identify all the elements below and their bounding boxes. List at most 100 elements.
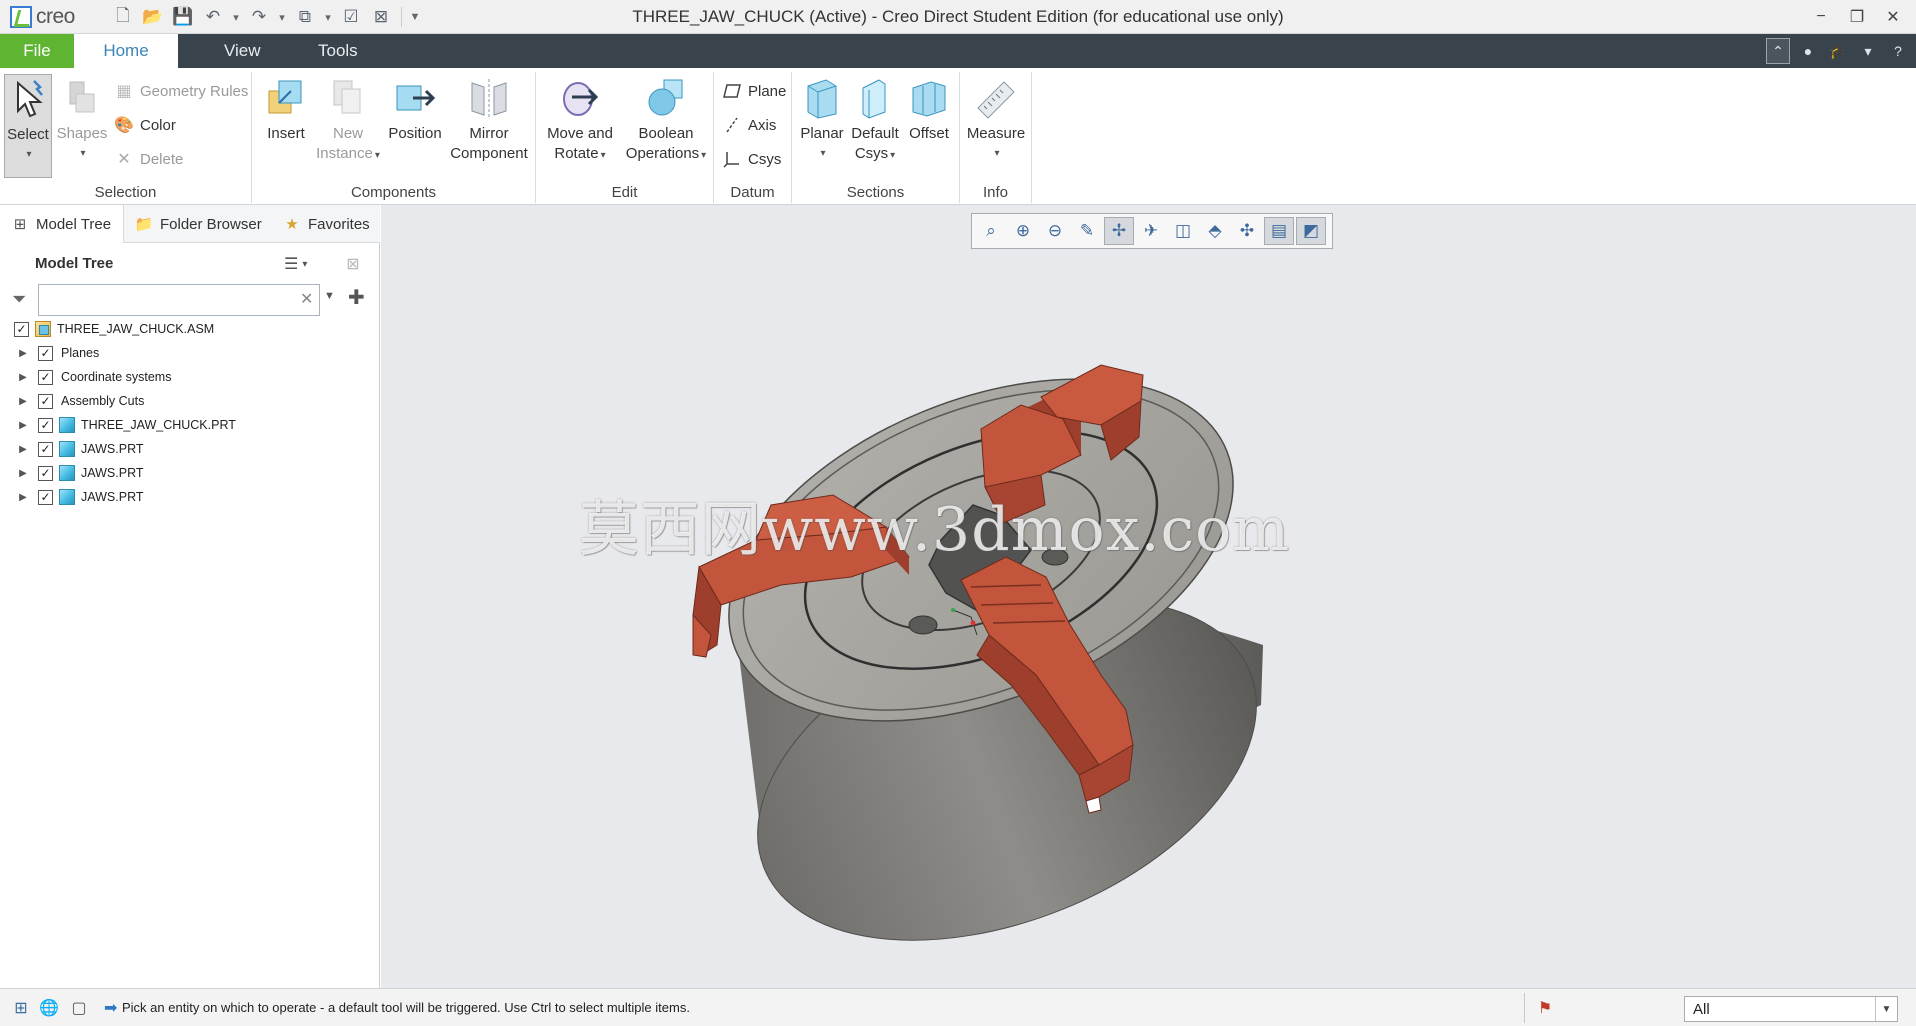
new-instance-button[interactable]: New Instance ▾ — [316, 74, 380, 166]
learning-icon[interactable]: 🎓 — [1826, 38, 1850, 64]
restore-button[interactable]: ❐ — [1842, 4, 1872, 30]
tree-search-input[interactable] — [38, 284, 320, 316]
planar-dropdown-icon[interactable]: ▾ — [798, 144, 848, 164]
tree-settings-icon: ☰ — [284, 256, 299, 273]
tree-settings-button[interactable]: ☰ ▾ — [284, 253, 324, 275]
open-folder-icon[interactable]: 📂 — [140, 5, 166, 29]
new-instance-dropdown-icon[interactable]: ▾ — [375, 150, 380, 161]
geometry-rules-button[interactable]: ▦ Geometry Rules — [114, 78, 248, 104]
insert-button[interactable]: Insert — [256, 74, 316, 144]
tree-row-jaws-3[interactable]: ▶ ✓ JAWS.PRT — [0, 485, 380, 509]
undo-dropdown-icon[interactable]: ▾ — [230, 5, 242, 29]
regenerate-dropdown-icon[interactable]: ▾ — [322, 5, 334, 29]
shapes-dropdown-icon[interactable]: ▾ — [58, 144, 108, 164]
tree-row-assembly-cuts[interactable]: ▶ ✓ Assembly Cuts — [0, 389, 380, 413]
redo-dropdown-icon[interactable]: ▾ — [276, 5, 288, 29]
toggle-navigator-icon[interactable]: ⊞ — [8, 995, 34, 1021]
shapes-icon — [58, 74, 106, 122]
tree-checkbox[interactable]: ✓ — [38, 489, 53, 505]
tab-view[interactable]: View — [196, 34, 289, 68]
offset-section-button[interactable]: Offset — [902, 74, 956, 144]
position-button[interactable]: Position — [380, 74, 450, 144]
color-button[interactable]: 🎨 Color — [114, 112, 176, 138]
move-and-rotate-button[interactable]: Move and Rotate ▾ — [540, 74, 620, 166]
tree-row-jaws-2[interactable]: ▶ ✓ JAWS.PRT — [0, 461, 380, 485]
select-button[interactable]: Select ▾ — [4, 74, 52, 178]
new-file-icon[interactable]: 🗋 — [110, 5, 136, 29]
tree-row-root[interactable]: ✓ THREE_JAW_CHUCK.ASM — [0, 317, 380, 341]
group-components: Insert New Instance ▾ Position Mirror Com… — [252, 72, 536, 203]
tab-tools[interactable]: Tools — [290, 34, 386, 68]
move-rotate-dropdown-icon[interactable]: ▾ — [601, 150, 606, 161]
selection-filter-dropdown[interactable]: All ▼ — [1684, 996, 1898, 1022]
graphics-window[interactable]: ⌕ ⊕ ⊖ ✎ ✢ ✈ ◫ ⬘ ✣ ▤ ◩ 莫西网www.3dmox.com — [381, 205, 1916, 988]
three-jaw-chuck-model[interactable] — [381, 205, 1916, 988]
tree-checkbox[interactable]: ✓ — [38, 393, 53, 409]
undo-icon[interactable]: ↶ — [200, 5, 226, 29]
browser-globe-icon[interactable]: 🌐 — [36, 995, 62, 1021]
expand-arrow-icon[interactable]: ▶ — [16, 420, 30, 431]
default-csys-dropdown-icon[interactable]: ▾ — [890, 150, 895, 161]
default-csys-section-button[interactable]: Default Csys ▾ — [846, 74, 904, 166]
save-icon[interactable]: 💾 — [170, 5, 196, 29]
title-bar: creo 🗋 📂 💾 ↶ ▾ ↷ ▾ ⧉ ▾ ☑ ⊠ ▼ THREE_JAW_C… — [0, 0, 1916, 34]
tab-folder-browser[interactable]: 📁 Folder Browser — [124, 205, 272, 243]
tree-row-planes[interactable]: ▶ ✓ Planes — [0, 341, 380, 365]
checkmark-window-icon[interactable]: ☑ — [338, 5, 364, 29]
expand-arrow-icon[interactable]: ▶ — [16, 468, 30, 479]
boolean-dropdown-icon[interactable]: ▾ — [701, 150, 706, 161]
search-dropdown-icon[interactable]: ▼ — [324, 290, 335, 302]
filter-funnel-icon: ⏷ — [12, 289, 27, 309]
tree-checkbox[interactable]: ✓ — [14, 321, 29, 337]
tab-home[interactable]: Home — [74, 34, 178, 68]
ribbon-tab-bar: File Home View Tools ⌃ ● 🎓 ▾ ? — [0, 34, 1916, 68]
planar-section-button[interactable]: Planar ▾ — [796, 74, 848, 164]
tree-row-jaws-1[interactable]: ▶ ✓ JAWS.PRT — [0, 437, 380, 461]
clear-search-icon[interactable]: ✕ — [300, 289, 313, 309]
tab-model-tree[interactable]: ⊞ Model Tree — [0, 205, 124, 243]
learning-dropdown-icon[interactable]: ▾ — [1856, 38, 1880, 64]
regeneration-status-icon[interactable]: ⚑ — [1532, 995, 1558, 1021]
measure-button[interactable]: Measure ▾ — [964, 74, 1028, 164]
select-dropdown-icon[interactable]: ▾ — [7, 145, 51, 165]
model-tree: ✓ THREE_JAW_CHUCK.ASM ▶ ✓ Planes ▶ ✓ Coo… — [0, 317, 380, 509]
tree-checkbox[interactable]: ✓ — [38, 441, 53, 457]
position-label: Position — [388, 125, 442, 142]
delete-button[interactable]: ✕ Delete — [114, 146, 183, 172]
boolean-operations-button[interactable]: Boolean Operations ▾ — [620, 74, 712, 166]
help-icon[interactable]: ? — [1886, 38, 1910, 64]
minimize-ribbon-icon[interactable]: ⌃ — [1766, 38, 1790, 64]
expand-arrow-icon[interactable]: ▶ — [16, 444, 30, 455]
regenerate-icon[interactable]: ⧉ — [292, 5, 318, 29]
tree-checkbox[interactable]: ✓ — [38, 369, 53, 385]
expand-arrow-icon[interactable]: ▶ — [16, 372, 30, 383]
close-window-icon[interactable]: ⊠ — [368, 5, 394, 29]
expand-arrow-icon[interactable]: ▶ — [16, 348, 30, 359]
tree-checkbox[interactable]: ✓ — [38, 417, 53, 433]
expand-arrow-icon[interactable]: ▶ — [16, 396, 30, 407]
close-button[interactable]: ✕ — [1878, 4, 1908, 30]
navigator-panel: ⊞ Model Tree 📁 Folder Browser ★ Favorite… — [0, 205, 380, 988]
customize-dropdown-icon[interactable]: ▼ — [409, 5, 421, 29]
axis-button[interactable]: Axis — [722, 112, 776, 138]
full-screen-icon[interactable]: ▢ — [66, 995, 92, 1021]
redo-icon[interactable]: ↷ — [246, 5, 272, 29]
minimize-button[interactable]: − — [1806, 4, 1836, 30]
tree-row-chuck-part[interactable]: ▶ ✓ THREE_JAW_CHUCK.PRT — [0, 413, 380, 437]
default-csys-label-1: Default — [851, 125, 899, 142]
tree-checkbox[interactable]: ✓ — [38, 465, 53, 481]
tab-favorites[interactable]: ★ Favorites — [272, 205, 380, 243]
plane-label: Plane — [748, 82, 787, 100]
offset-section-icon — [905, 74, 953, 122]
shapes-button[interactable]: Shapes ▾ — [56, 74, 108, 164]
tree-checkbox[interactable]: ✓ — [38, 345, 53, 361]
community-icon[interactable]: ● — [1796, 38, 1820, 64]
add-filter-icon[interactable]: ✚ — [348, 285, 365, 310]
plane-button[interactable]: Plane — [722, 78, 786, 104]
tree-row-coordinate-systems[interactable]: ▶ ✓ Coordinate systems — [0, 365, 380, 389]
measure-dropdown-icon[interactable]: ▾ — [966, 144, 1028, 164]
csys-button[interactable]: Csys — [722, 146, 781, 172]
tab-file[interactable]: File — [0, 34, 74, 68]
mirror-component-button[interactable]: Mirror Component — [446, 74, 532, 164]
expand-arrow-icon[interactable]: ▶ — [16, 492, 30, 503]
